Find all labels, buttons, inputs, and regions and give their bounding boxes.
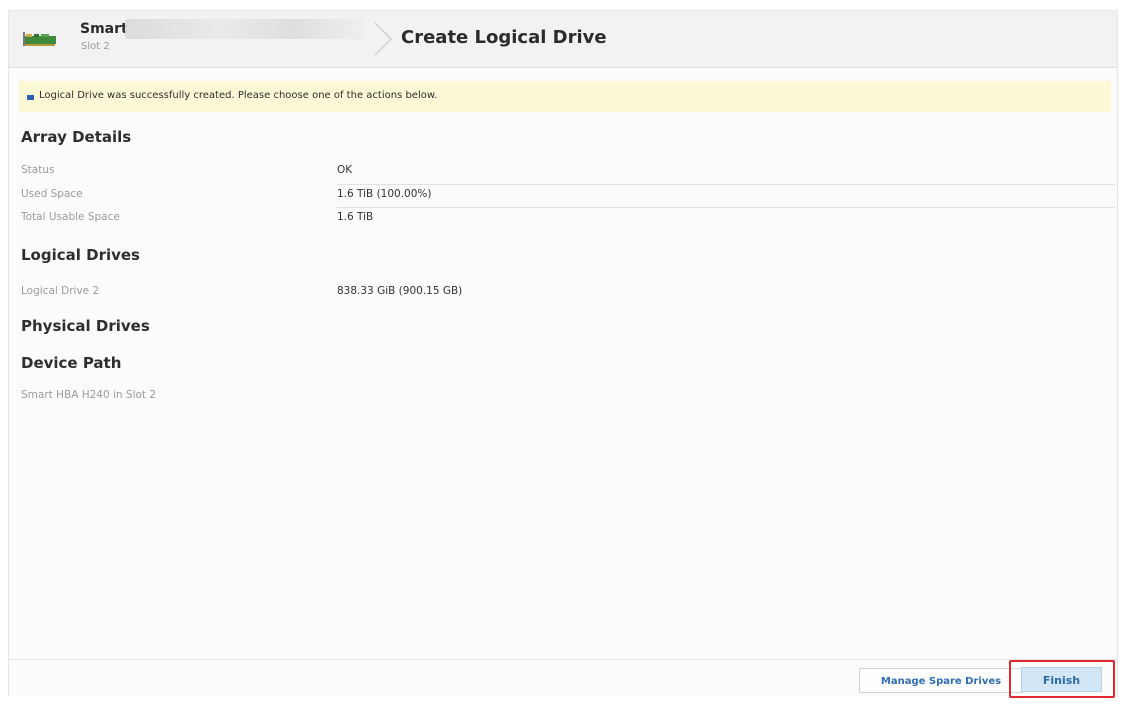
redacted-controller-model bbox=[125, 19, 365, 39]
total-usable-space-label: Total Usable Space bbox=[21, 211, 120, 223]
row-divider bbox=[337, 207, 1115, 208]
page-title: Create Logical Drive bbox=[401, 27, 607, 48]
logical-drive-value: 838.33 GiB (900.15 GB) bbox=[337, 285, 463, 297]
logical-drive-label: Logical Drive 2 bbox=[21, 285, 100, 297]
breadcrumb-chevron-icon bbox=[374, 22, 393, 56]
page-header: Smart Slot 2 Create Logical Drive bbox=[9, 11, 1117, 68]
footer-bar: Manage Spare Drives bbox=[9, 659, 1117, 696]
used-space-value: 1.6 TiB (100.00%) bbox=[337, 188, 432, 200]
logical-drives-heading: Logical Drives bbox=[21, 246, 140, 264]
status-value: OK bbox=[337, 164, 353, 176]
device-path-heading: Device Path bbox=[21, 354, 122, 372]
array-details-heading: Array Details bbox=[21, 128, 132, 146]
banner-message: Logical Drive was successfully created. … bbox=[39, 90, 438, 101]
physical-drives-heading: Physical Drives bbox=[21, 317, 150, 335]
total-usable-space-value: 1.6 TiB bbox=[337, 211, 374, 223]
main-window: Smart Slot 2 Create Logical Drive Logica… bbox=[8, 10, 1118, 696]
finish-button[interactable]: Finish bbox=[1021, 667, 1102, 692]
controller-slot: Slot 2 bbox=[81, 41, 110, 52]
controller-card-icon bbox=[23, 32, 56, 46]
used-space-label: Used Space bbox=[21, 188, 83, 200]
info-marker-icon bbox=[27, 95, 34, 100]
row-divider bbox=[337, 184, 1115, 185]
controller-name: Smart bbox=[80, 21, 128, 37]
device-path-value: Smart HBA H240 in Slot 2 bbox=[21, 389, 157, 401]
status-label: Status bbox=[21, 164, 55, 176]
success-banner: Logical Drive was successfully created. … bbox=[19, 81, 1111, 112]
manage-spare-drives-button[interactable]: Manage Spare Drives bbox=[859, 668, 1023, 693]
